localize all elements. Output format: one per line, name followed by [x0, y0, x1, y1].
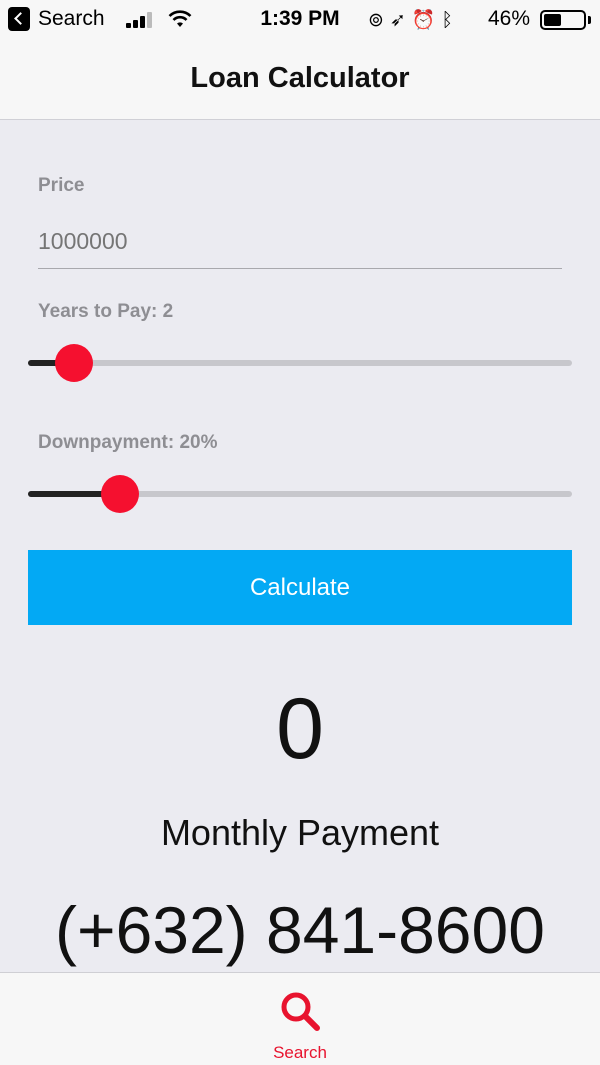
search-icon [281, 992, 320, 1031]
downpayment-slider[interactable] [28, 474, 572, 514]
orientation-lock-icon: ⊚ [368, 10, 390, 31]
slider-track [28, 360, 572, 366]
price-label: Price [38, 175, 85, 196]
years-to-pay-label: Years to Pay: 2 [38, 301, 174, 322]
battery-icon [540, 10, 586, 30]
battery-tip [588, 16, 591, 24]
navigation-bar: Loan Calculator [0, 40, 600, 120]
slider-thumb[interactable] [55, 344, 93, 382]
status-bar: Search 1:39 PM ⊚➶⏰ᛒ 46% [0, 0, 600, 40]
price-input[interactable] [38, 215, 562, 269]
battery-percent: 46% [488, 7, 531, 30]
battery-level [544, 14, 561, 26]
calculate-button[interactable]: Calculate [28, 550, 572, 625]
slider-thumb[interactable] [101, 475, 139, 513]
phone-number: (+632) 841-8600 [55, 893, 545, 967]
tab-search[interactable]: Search [250, 973, 350, 1065]
years-to-pay-slider[interactable] [28, 343, 572, 383]
tab-search-label: Search [273, 1043, 327, 1062]
monthly-payment-label: Monthly Payment [160, 812, 440, 853]
location-icon: ➶ [389, 10, 412, 31]
alarm-icon: ⏰ [411, 10, 442, 31]
tab-bar: Search [0, 972, 600, 1065]
bluetooth-icon: ᛒ [441, 10, 459, 31]
page-title: Loan Calculator [190, 62, 410, 94]
status-icons: ⊚➶⏰ᛒ [368, 8, 459, 32]
downpayment-label: Downpayment: 20% [38, 432, 218, 453]
monthly-payment-value: 0 [276, 681, 324, 777]
